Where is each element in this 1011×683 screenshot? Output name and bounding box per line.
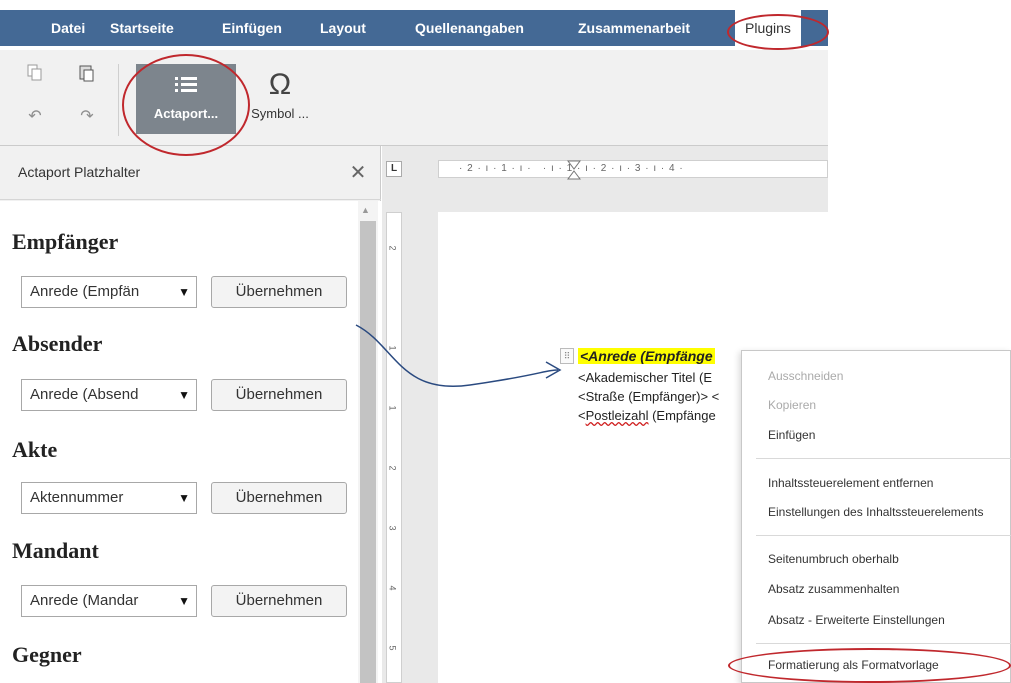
content-control-grip-icon[interactable]: ⠿ (560, 348, 574, 364)
section-title-absender: Absender (12, 331, 103, 356)
dropdown-arrow-icon: ▼ (178, 491, 190, 505)
list-icon (136, 64, 236, 106)
scrollbar-thumb[interactable] (360, 221, 376, 683)
vruler-label: 4 (387, 585, 398, 591)
vruler-label: 2 (387, 465, 398, 471)
vruler-label: 1 (387, 345, 398, 351)
menu-item-absatz-erweiterte-einstellungen[interactable]: Absatz - Erweiterte Einstellungen (768, 613, 945, 627)
select-mandant[interactable]: Anrede (Mandar ▼ (21, 585, 197, 617)
menu-item-seitenumbruch-oberhalb[interactable]: Seitenumbruch oberhalb (768, 552, 899, 566)
select-absender[interactable]: Anrede (Absend ▼ (21, 379, 197, 411)
doc-line-titel[interactable]: <Akademischer Titel (E (578, 370, 712, 385)
doc-line-strasse[interactable]: <Straße (Empfänger)> < (578, 389, 719, 404)
vruler-label: 5 (387, 645, 398, 651)
section-title-akte: Akte (12, 437, 58, 462)
select-akte[interactable]: Aktennummer ▼ (21, 482, 197, 514)
menu-item-ausschneiden[interactable]: Ausschneiden (768, 369, 843, 383)
actaport-panel: Actaport Platzhalter ✕ Empfänger Anrede … (0, 146, 381, 683)
panel-title: Actaport Platzhalter (18, 164, 141, 180)
vertical-ruler[interactable]: 2 1 1 2 3 4 5 (386, 212, 402, 683)
paste-icon[interactable] (76, 64, 98, 86)
menu-item-einstellungen-inhaltssteuerelement[interactable]: Einstellungen des Inhaltssteuerelements (768, 505, 983, 519)
menu-separator (756, 458, 1011, 459)
select-empfaenger[interactable]: Anrede (Empfän ▼ (21, 276, 197, 308)
panel-scrollbar[interactable]: ▲ (358, 201, 378, 683)
indent-marker-icon[interactable] (567, 160, 581, 180)
copy-icon[interactable] (24, 64, 46, 86)
tab-stop-selector[interactable]: L (386, 161, 402, 177)
spelling-error[interactable]: Postleizahl (586, 408, 649, 423)
doc-line-postleitzahl[interactable]: <Postleizahl (Empfänge (578, 408, 716, 423)
close-icon[interactable]: ✕ (348, 160, 368, 185)
dropdown-arrow-icon: ▼ (178, 285, 190, 299)
symbol-button[interactable]: Ω Symbol ... (240, 64, 320, 134)
scroll-up-icon[interactable]: ▲ (361, 205, 370, 215)
dropdown-arrow-icon: ▼ (178, 594, 190, 608)
section-title-mandant: Mandant (12, 538, 99, 563)
dropdown-arrow-icon: ▼ (178, 388, 190, 402)
vruler-label: 1 (387, 405, 398, 411)
menu-item-kopieren[interactable]: Kopieren (768, 398, 816, 412)
actaport-button[interactable]: Actaport... (136, 64, 236, 134)
toolbar-separator (118, 64, 119, 136)
redo-icon[interactable]: ↷ (76, 106, 98, 128)
uebernehmen-button-empfaenger[interactable]: Übernehmen (211, 276, 347, 308)
tab-einfuegen[interactable]: Einfügen (222, 10, 282, 46)
tab-layout[interactable]: Layout (320, 10, 366, 46)
symbol-label: Symbol ... (251, 106, 309, 121)
uebernehmen-button-akte[interactable]: Übernehmen (211, 482, 347, 514)
menu-separator (756, 535, 1011, 536)
uebernehmen-button-mandant[interactable]: Übernehmen (211, 585, 347, 617)
tab-startseite[interactable]: Startseite (110, 10, 174, 46)
uebernehmen-button-absender[interactable]: Übernehmen (211, 379, 347, 411)
actaport-label: Actaport... (153, 106, 219, 121)
tab-plugins[interactable]: Plugins (735, 10, 807, 46)
section-title-gegner: Gegner (12, 642, 82, 667)
context-menu: Ausschneiden Kopieren Einfügen Inhaltsst… (741, 350, 1011, 683)
vruler-label: 3 (387, 525, 398, 531)
tab-datei[interactable]: Datei (51, 10, 85, 46)
panel-body: Empfänger Anrede (Empfän ▼ Übernehmen Abs… (0, 201, 381, 683)
menu-item-absatz-zusammenhalten[interactable]: Absatz zusammenhalten (768, 582, 899, 596)
panel-header: Actaport Platzhalter ✕ (0, 146, 381, 200)
menu-item-einfuegen[interactable]: Einfügen (768, 428, 815, 442)
menu-bar: Datei Startseite Einfügen Layout Quellen… (0, 0, 828, 50)
tab-quellenangaben[interactable]: Quellenangaben (415, 10, 524, 46)
vruler-label: 2 (387, 245, 398, 251)
tab-zusammenarbeit[interactable]: Zusammenarbeit (578, 10, 690, 46)
horizontal-ruler[interactable]: · 2 · ı · 1 · ı · · ı · 1 · ı · 2 · ı · … (438, 160, 828, 180)
menu-item-inhaltssteuerelement-entfernen[interactable]: Inhaltssteuerelement entfernen (768, 476, 933, 490)
content-control-anrede[interactable]: <Anrede (Empfänge (578, 348, 715, 364)
menu-separator (756, 643, 1011, 644)
undo-icon[interactable]: ↶ (24, 106, 46, 128)
toolbar: ↶ ↷ Actaport... Ω Symbol ... (0, 50, 828, 146)
omega-icon: Ω (268, 68, 292, 101)
menu-item-formatierung-als-formatvorlage[interactable]: Formatierung als Formatvorlage (768, 658, 939, 672)
section-title-empfaenger: Empfänger (12, 229, 119, 254)
